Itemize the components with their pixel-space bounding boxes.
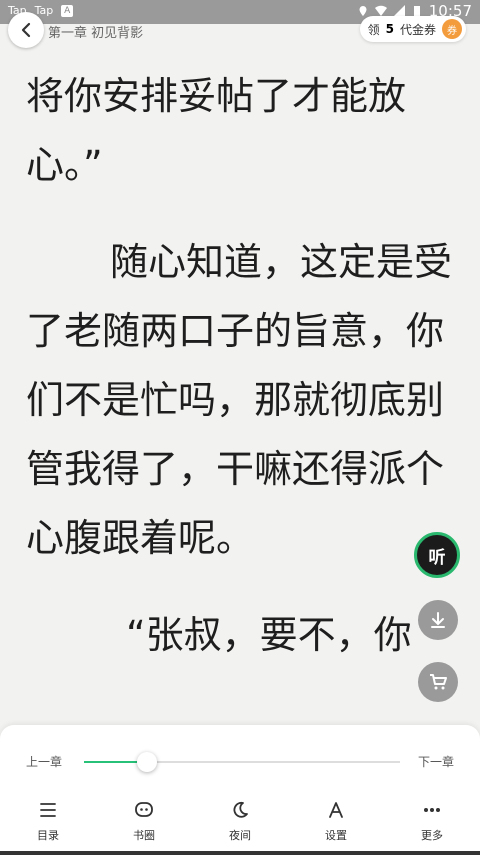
menu-icon	[40, 803, 56, 817]
next-chapter-button[interactable]: 下一章	[418, 753, 454, 770]
toolbar-item-catalog[interactable]: 目录	[13, 799, 83, 843]
font-icon	[329, 802, 343, 818]
cart-icon	[430, 674, 447, 690]
download-icon	[431, 612, 445, 628]
reading-content[interactable]: 将你安排妥帖了才能放心。” 随心知道，这定是受了老随两口子的旨意，你们不是忙吗，…	[26, 62, 458, 698]
listen-button[interactable]: 听	[414, 532, 460, 578]
moon-icon	[233, 801, 248, 818]
more-icon	[424, 808, 440, 812]
progress-slider[interactable]	[84, 752, 400, 772]
toolbar-label: 更多	[421, 829, 443, 842]
cart-button[interactable]	[418, 662, 458, 702]
paragraph: 随心知道，这定是受了老随两口子的旨意，你们不是忙吗，那就彻底别管我得了，干嘛还得…	[26, 240, 453, 560]
paragraph: “张叔，要不，你	[126, 613, 412, 657]
chat-icon	[135, 802, 153, 817]
status-app-2: Tap	[34, 4, 54, 17]
toolbar: 目录 书圈 夜间 设置 更多	[0, 799, 480, 843]
location-icon	[359, 6, 367, 16]
toolbar-item-settings[interactable]: 设置	[301, 799, 371, 843]
toolbar-label: 夜间	[229, 829, 251, 842]
progress-thumb[interactable]	[137, 752, 158, 772]
toolbar-item-night[interactable]: 夜间	[205, 799, 275, 843]
back-button[interactable]	[8, 12, 44, 48]
chapter-title: 第一章 初见背影	[48, 26, 144, 41]
toolbar-item-more[interactable]: 更多	[397, 799, 467, 843]
toolbar-label: 设置	[325, 829, 347, 842]
status-badge: A	[61, 4, 74, 17]
bottom-panel: 上一章 下一章 目录 书圈 夜间 设置 更多	[0, 725, 480, 855]
coupon-button[interactable]: 领 5 代金券 券	[359, 16, 466, 42]
chevron-left-icon	[21, 22, 31, 38]
toolbar-item-circle[interactable]: 书圈	[109, 799, 179, 843]
toolbar-label: 书圈	[133, 829, 155, 842]
download-button[interactable]	[418, 600, 458, 640]
toolbar-label: 目录	[37, 829, 59, 842]
paragraph: 将你安排妥帖了才能放心。”	[26, 74, 407, 187]
coupon-suffix: 代金券	[399, 22, 436, 37]
bottom-edge	[0, 851, 480, 855]
listen-label: 听	[428, 547, 446, 568]
prev-chapter-button[interactable]: 上一章	[26, 753, 62, 770]
coupon-count: 5	[385, 22, 394, 36]
coupon-icon: 券	[442, 19, 462, 39]
coupon-prefix: 领	[367, 22, 380, 37]
